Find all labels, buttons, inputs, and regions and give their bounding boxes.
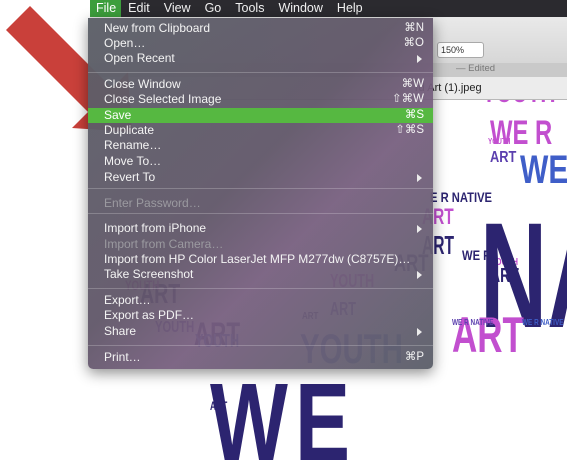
menu-item-label: Print… <box>104 350 141 364</box>
menu-item-open[interactable]: Open… ⌘O <box>88 36 433 51</box>
menu-item-label: Revert To <box>104 170 156 184</box>
menu-item-take-screenshot[interactable]: Take Screenshot <box>88 267 433 282</box>
menu-separator <box>88 72 433 73</box>
menu-item-label: Open Recent <box>104 51 175 65</box>
menu-item-label: Duplicate <box>104 123 155 137</box>
menu-item-close-window[interactable]: Close Window ⌘W <box>88 77 433 92</box>
menu-item-label: Take Screenshot <box>104 267 194 281</box>
menu-item-export-as-pdf[interactable]: Export as PDF… <box>88 308 433 323</box>
menu-item-new-from-clipboard[interactable]: New from Clipboard ⌘N <box>88 21 433 36</box>
window-title: — Edited <box>456 63 496 74</box>
menu-separator <box>88 188 433 189</box>
submenu-arrow-icon <box>417 225 422 233</box>
word-art-word: WE <box>520 148 567 192</box>
menu-item-revert-to[interactable]: Revert To <box>88 170 433 185</box>
word-art-word: ART <box>490 149 517 166</box>
menu-item-shortcut: ⌘O <box>403 37 424 49</box>
word-art-word: WE R NATIVE <box>522 318 564 327</box>
menu-item-shortcut: ⌘N <box>404 22 424 34</box>
menu-item-save[interactable]: Save ⌘S <box>88 108 433 123</box>
menu-item-label: Close Window <box>104 77 181 91</box>
menu-item-label: Open… <box>104 36 146 50</box>
file-menu: New from Clipboard ⌘N Open… ⌘O Open Recent Cl… <box>88 18 433 369</box>
menu-item-label: Save <box>104 108 132 122</box>
menu-item-move-to[interactable]: Move To… <box>88 154 433 169</box>
menu-item-label: Import from HP Color LaserJet MFP M277dw… <box>104 252 411 266</box>
menu-item-label: Import from Camera… <box>104 237 224 251</box>
menu-item-label: Close Selected Image <box>104 92 222 106</box>
menu-item-rename[interactable]: Rename… <box>88 138 433 153</box>
menu-item-close-selected-image[interactable]: Close Selected Image ⇧⌘W <box>88 92 433 107</box>
menu-window[interactable]: Window <box>271 0 329 17</box>
menu-item-enter-password: Enter Password… <box>88 196 433 211</box>
menu-item-shortcut: ⌘W <box>401 78 424 90</box>
menu-separator <box>88 288 433 289</box>
word-art-word: YOUTH <box>482 100 556 108</box>
submenu-arrow-icon <box>417 271 422 279</box>
menu-item-shortcut: ⇧⌘W <box>392 93 424 105</box>
menu-item-label: Export… <box>104 293 151 307</box>
submenu-arrow-icon <box>417 174 422 182</box>
menu-go[interactable]: Go <box>198 0 229 17</box>
menu-tools[interactable]: Tools <box>228 0 271 17</box>
menu-item-shortcut: ⌘S <box>404 109 424 121</box>
menu-item-label: Export as PDF… <box>104 308 195 322</box>
menu-item-shortcut: ⌘P <box>404 351 424 363</box>
menu-separator <box>88 213 433 214</box>
menu-item-label: Enter Password… <box>104 196 201 210</box>
menu-item-import-from-camera: Import from Camera… <box>88 237 433 252</box>
menu-help[interactable]: Help <box>330 0 370 17</box>
menu-item-label: Rename… <box>104 138 162 152</box>
menu-item-open-recent[interactable]: Open Recent <box>88 51 433 66</box>
word-art-word: YOUTH <box>488 137 511 146</box>
menu-item-label: Import from iPhone <box>104 221 207 235</box>
menu-item-shortcut: ⇧⌘S <box>395 124 424 136</box>
menu-item-share[interactable]: Share <box>88 324 433 339</box>
word-art-large-letter: E <box>295 361 351 463</box>
word-art-word: WE R NATIVE <box>452 318 494 327</box>
menu-item-import-from-hp-color-laserjet-mfp-m277dw-c8757e[interactable]: Import from HP Color LaserJet MFP M277dw… <box>88 252 433 267</box>
submenu-arrow-icon <box>417 328 422 336</box>
menu-item-label: Move To… <box>104 154 162 168</box>
menu-item-export[interactable]: Export… <box>88 293 433 308</box>
zoom-level[interactable]: 150% <box>437 42 484 58</box>
word-art-large-letter: W <box>210 361 288 463</box>
submenu-arrow-icon <box>417 55 422 63</box>
menu-separator <box>88 345 433 346</box>
menu-item-import-from-iphone[interactable]: Import from iPhone <box>88 221 433 236</box>
menu-item-label: Share <box>104 324 137 338</box>
menu-item-label: New from Clipboard <box>104 21 211 35</box>
menu-item-duplicate[interactable]: Duplicate ⇧⌘S <box>88 123 433 138</box>
menu-item-print[interactable]: Print… ⌘P <box>88 350 433 365</box>
